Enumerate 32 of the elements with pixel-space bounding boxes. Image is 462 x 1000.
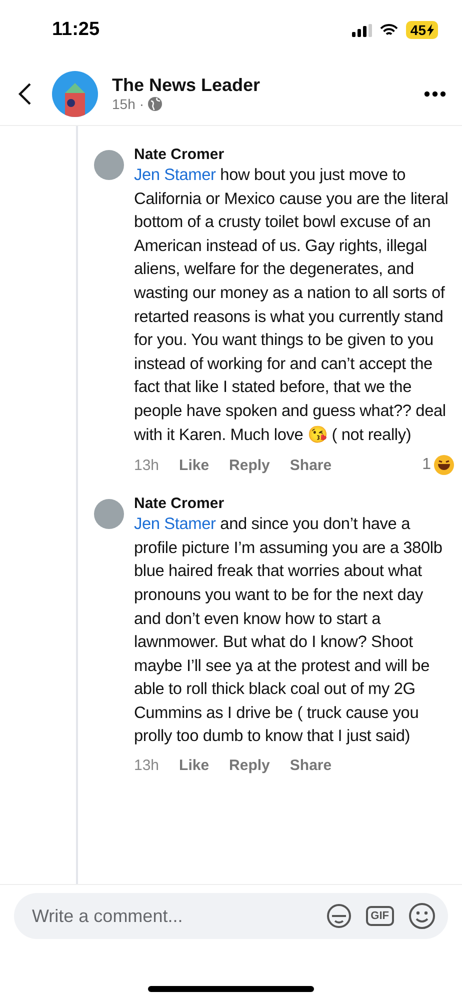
comment-action[interactable]: Share [290, 456, 332, 474]
comment-text: Jen Stamer and since you don’t have a profile picture I’m assuming you are a 380lb blue haired freak that worries about what pronouns you want to be for the next day and don’t even know how to start a lawnmower. But what do I know? Shoot maybe I’ll see ya at the protest and will be able to roll thick black coal out of my 2G Cummins as I drive be ( truck cause you prolly too dumb to know that I just said) [134, 514, 444, 748]
comment-age: 13h [134, 456, 160, 474]
emoji-icon[interactable] [408, 902, 436, 930]
comment-action[interactable]: Reply [229, 456, 270, 474]
comment-field[interactable]: Write a comment... GIF [14, 893, 448, 939]
comment-age: 13h [134, 757, 160, 774]
comment-action[interactable]: Like [179, 757, 210, 774]
wifi-icon [380, 24, 398, 36]
separator-dot: · [139, 96, 144, 112]
comment-text: Jen Stamer how bout you just move to California or Mexico cause you are the literal bottom of a crusty toilet bowl excuse of an American instead of us. Gay rights, illegal aliens, welfare for the degenerates, and wasting our money as a nation to all sorts of retarted reasons is what you currently stand for you. You want things to be given to you instead of working for and can’t accept the fact that like I stated before, that we the people have spoken and guess what?? deal with it Karen. Much love 😘 ( not really) [134, 165, 450, 446]
page-name[interactable]: The News Leader [112, 75, 410, 96]
comment-action[interactable]: Like [179, 456, 210, 474]
more-icon[interactable] [424, 90, 446, 96]
laughing-emoji-icon [434, 455, 454, 476]
clock-time: 11:25 [52, 19, 100, 41]
avatar[interactable] [94, 150, 124, 180]
reaction-count: 1 [422, 456, 431, 474]
comment-action[interactable]: Reply [229, 757, 270, 774]
back-icon[interactable] [18, 82, 32, 106]
battery-level: 45 [410, 22, 426, 38]
comment-action[interactable]: Share [290, 757, 332, 774]
post-age: 15h [112, 96, 136, 112]
gif-button[interactable]: GIF [366, 906, 394, 926]
comment-author[interactable]: Nate Cromer [134, 146, 454, 163]
avatar[interactable] [94, 499, 124, 530]
mention-link[interactable]: Jen Stamer [134, 515, 216, 534]
signal-icon [352, 24, 372, 36]
charging-bolt-icon [427, 24, 434, 36]
mention-link[interactable]: Jen Stamer [134, 166, 216, 184]
comment-author[interactable]: Nate Cromer [134, 495, 454, 512]
clock-tower-logo [52, 70, 98, 116]
